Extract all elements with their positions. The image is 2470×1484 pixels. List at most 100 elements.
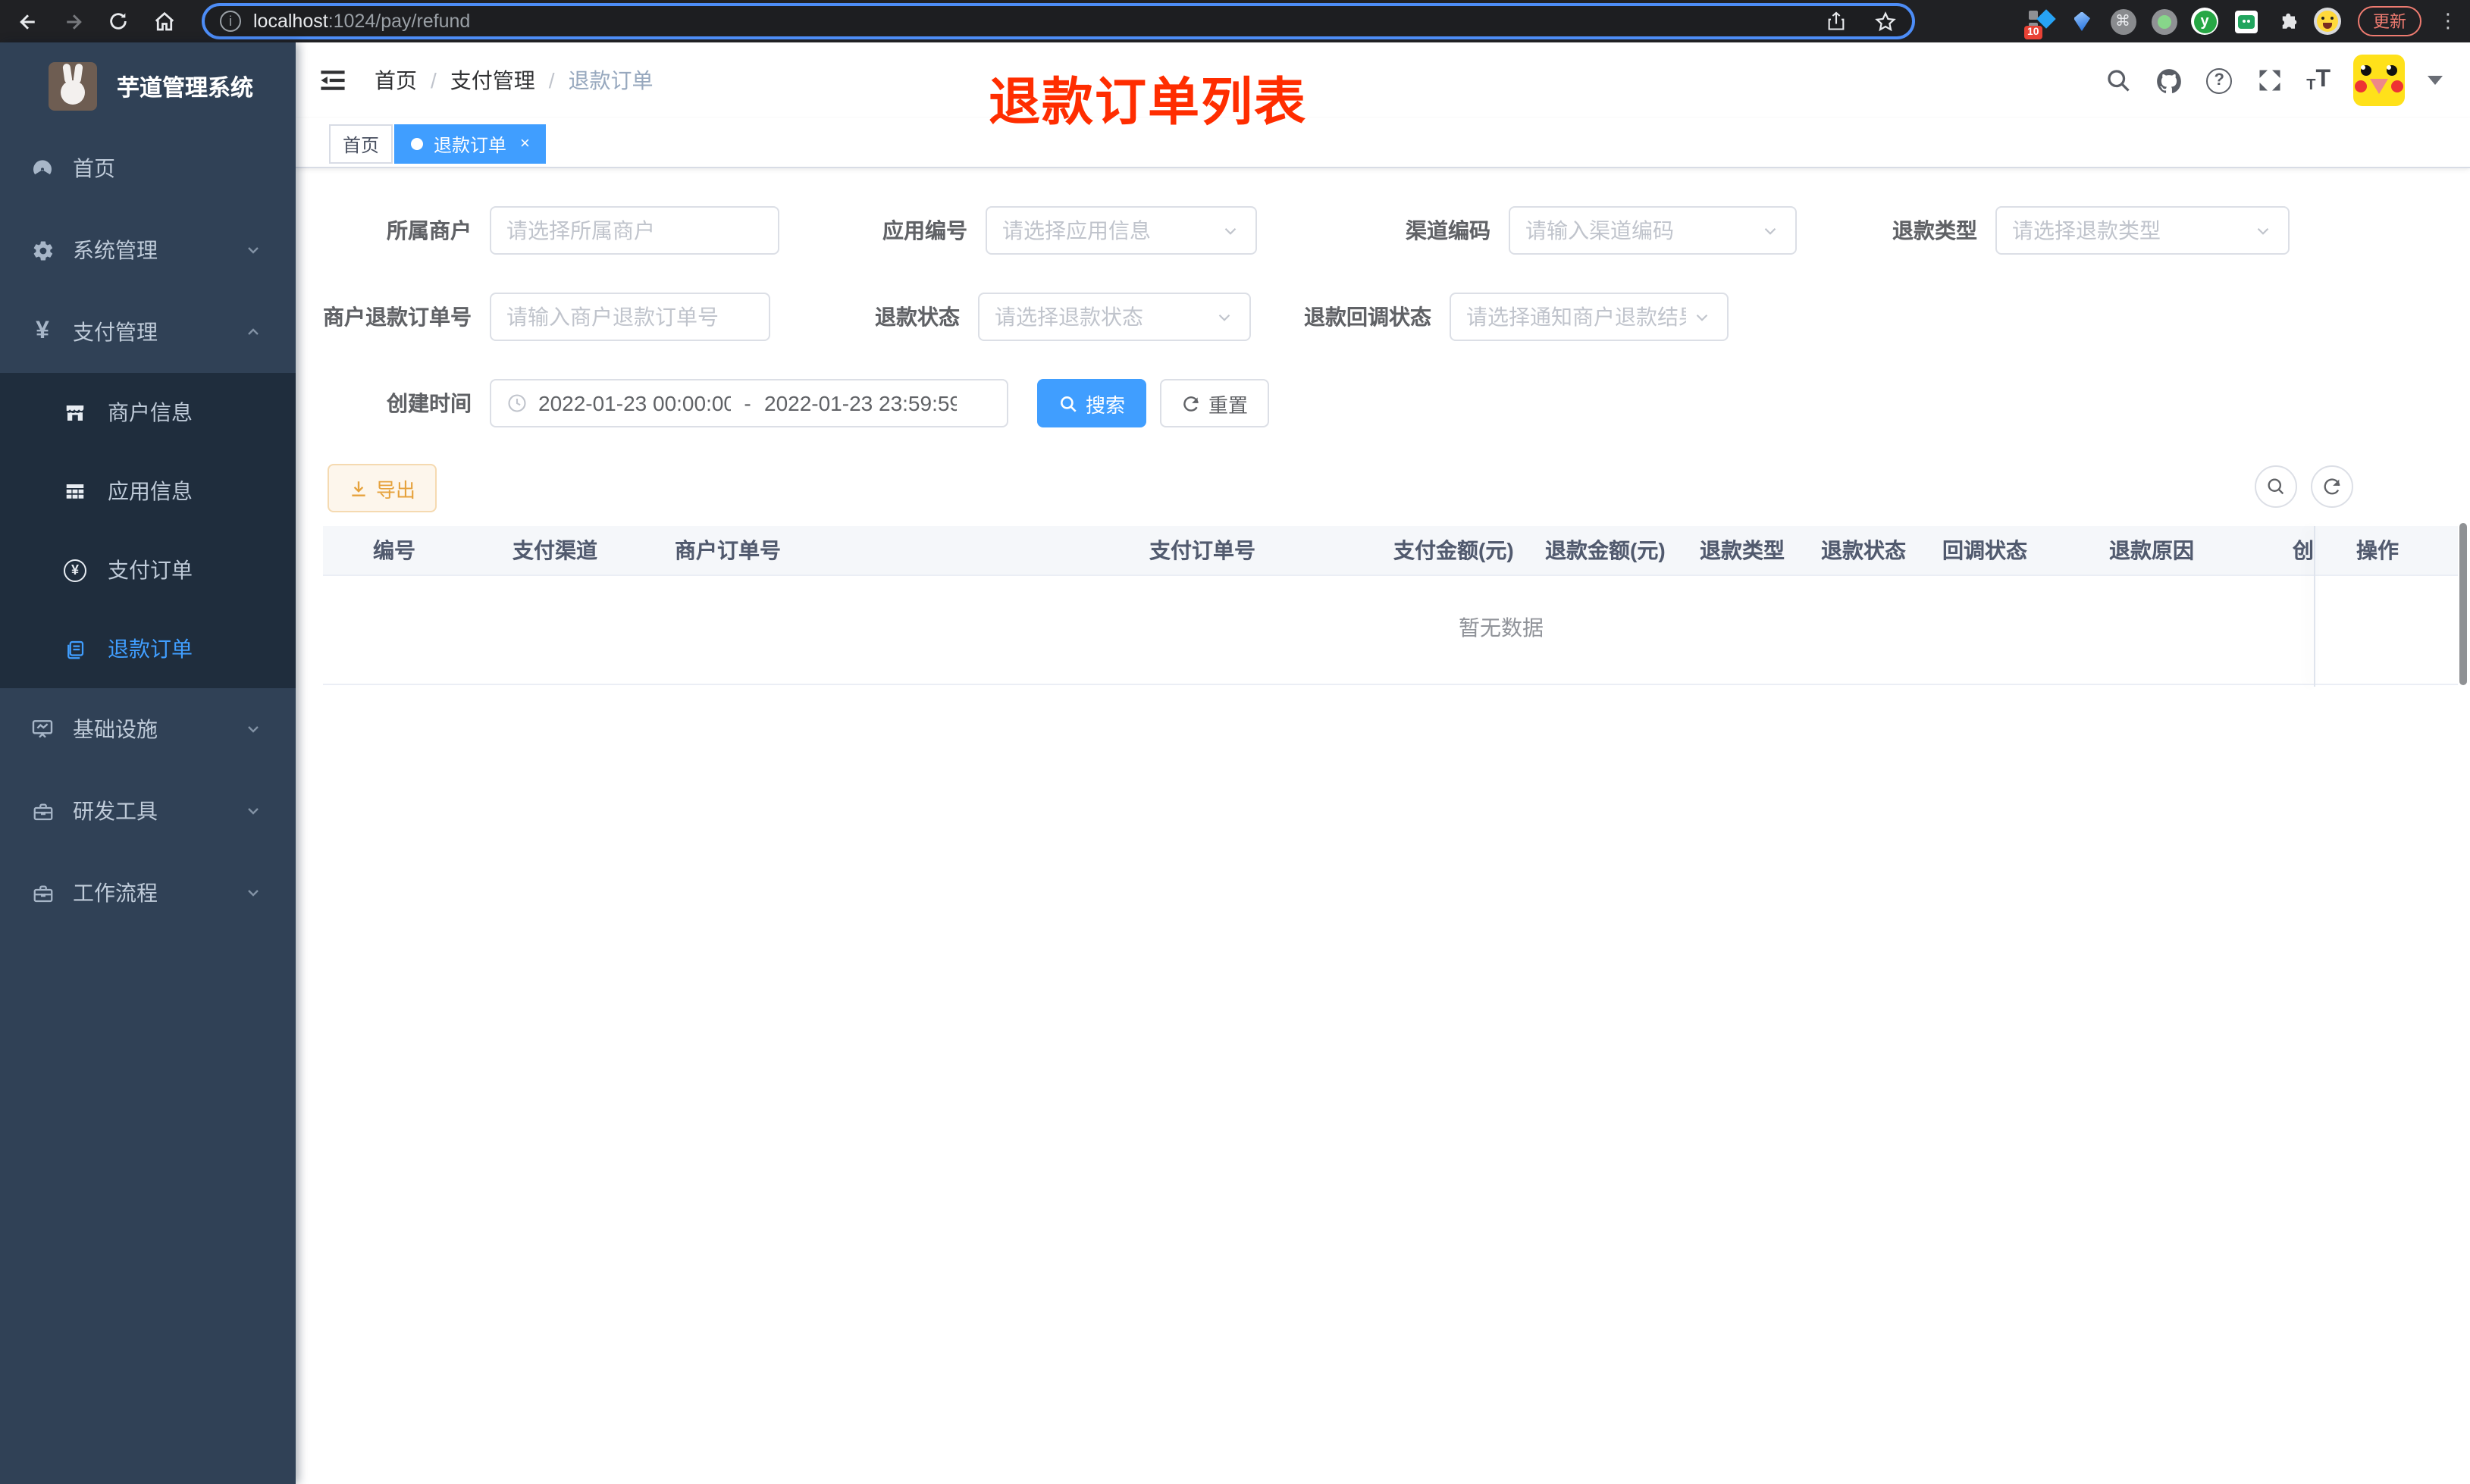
sidebar-item-refund-order[interactable]: 退款订单	[0, 609, 296, 688]
browser-toolbar: i localhost:1024/pay/refund 10 ⌘ y 更新 ⋮	[0, 0, 2470, 42]
fullscreen-icon[interactable]	[2255, 66, 2283, 95]
main-area: 首页 / 支付管理 / 退款订单 退款订单列表 ? T T 首页 退款订单 × …	[296, 42, 2470, 1484]
sidebar-item-merchant-info[interactable]: 商户信息	[0, 373, 296, 452]
chevron-down-icon	[1692, 307, 1712, 327]
sidebar-item-infra[interactable]: 基础设施	[0, 688, 296, 770]
address-bar[interactable]: i localhost:1024/pay/refund	[202, 3, 1915, 39]
browser-update-button[interactable]: 更新	[2358, 6, 2421, 36]
app: 芋道管理系统 首页 系统管理 ¥ 支付管理 商户信息 应用信息 ¥ 支付订单 退…	[0, 42, 2470, 1484]
tag-refund-order[interactable]: 退款订单 ×	[394, 124, 547, 164]
search-button[interactable]: 搜索	[1037, 379, 1146, 427]
sidebar: 芋道管理系统 首页 系统管理 ¥ 支付管理 商户信息 应用信息 ¥ 支付订单 退…	[0, 42, 296, 1484]
share-icon[interactable]	[1824, 9, 1848, 33]
browser-menu-icon[interactable]: ⋮	[2438, 9, 2458, 33]
col-callback-status: 回调状态	[1942, 538, 2027, 562]
avatar[interactable]	[2353, 55, 2405, 106]
refund-status-select[interactable]: 请选择退款状态	[978, 293, 1251, 341]
refund-doc-icon	[64, 637, 86, 660]
channel-label: 渠道编码	[1406, 218, 1490, 243]
breadcrumb: 首页 / 支付管理 / 退款订单	[375, 42, 654, 118]
sidebar-item-dev-tools[interactable]: 研发工具	[0, 770, 296, 852]
tags-view: 首页 退款订单 ×	[296, 118, 2470, 168]
merchant-input[interactable]	[490, 206, 779, 255]
logo-rabbit-image	[49, 62, 97, 111]
dashboard-icon	[30, 156, 55, 180]
table-header-row: 编号 支付渠道 商户订单号 支付订单号 支付金额(元) 退款金额(元) 退款类型…	[323, 526, 2458, 576]
col-refund-amount: 退款金额(元)	[1545, 538, 1666, 562]
channel-select[interactable]: 请输入渠道编码	[1509, 206, 1797, 255]
extension-gem-icon[interactable]	[2068, 8, 2095, 35]
notify-status-select[interactable]: 请选择通知商户退款结果的回调状态	[1450, 293, 1729, 341]
sidebar-item-workflow[interactable]: 工作流程	[0, 852, 296, 934]
extension-arc-icon[interactable]: 10	[2024, 8, 2056, 39]
refresh-button[interactable]	[2311, 465, 2353, 508]
shop-icon	[64, 401, 86, 424]
app-no-select[interactable]: 请选择应用信息	[986, 206, 1257, 255]
end-date-value: 2022-01-23 23:59:59	[764, 391, 957, 415]
refund-status-label: 退款状态	[875, 305, 960, 329]
browser-forward-icon[interactable]	[61, 9, 85, 33]
browser-reload-icon[interactable]	[106, 9, 130, 33]
refund-type-label: 退款类型	[1892, 218, 1977, 243]
bookmark-star-icon[interactable]	[1873, 9, 1897, 33]
chevron-down-icon	[1221, 221, 1240, 240]
col-pay-amount: 支付金额(元)	[1393, 538, 1514, 562]
reset-button[interactable]: 重置	[1160, 379, 1269, 427]
sidebar-item-app-info[interactable]: 应用信息	[0, 452, 296, 531]
sidebar-item-home[interactable]: 首页	[0, 127, 296, 209]
scrollbar-thumb[interactable]	[2459, 523, 2467, 685]
toggle-search-button[interactable]	[2255, 465, 2297, 508]
app-logo[interactable]: 芋道管理系统	[0, 42, 296, 111]
export-button[interactable]: 导出	[328, 464, 437, 512]
url-text[interactable]: localhost:1024/pay/refund	[253, 11, 1812, 32]
toolbox-icon	[30, 881, 55, 905]
font-size-icon[interactable]: TT	[2306, 67, 2331, 94]
site-info-icon[interactable]: i	[220, 11, 241, 32]
browser-home-icon[interactable]	[152, 9, 176, 33]
monitor-icon	[30, 717, 55, 741]
extension-puzzle-icon[interactable]	[2273, 8, 2300, 35]
table-body: 暂无数据	[323, 576, 2458, 685]
extension-y-icon[interactable]: y	[2191, 8, 2218, 35]
toolbox-icon	[30, 799, 55, 823]
col-actions: 操作	[2356, 538, 2399, 562]
extension-record-icon[interactable]	[2150, 8, 2177, 35]
payment-submenu: 商户信息 应用信息 ¥ 支付订单 退款订单	[0, 373, 296, 688]
sidebar-item-pay-order[interactable]: ¥ 支付订单	[0, 531, 296, 609]
create-time-label: 创建时间	[387, 391, 472, 415]
extension-command-icon[interactable]: ⌘	[2109, 8, 2136, 35]
col-refund-reason: 退款原因	[2109, 538, 2194, 562]
notify-status-label: 退款回调状态	[1304, 305, 1431, 329]
app-title: 芋道管理系统	[117, 75, 254, 101]
browser-back-icon[interactable]	[15, 9, 39, 33]
header-search-icon[interactable]	[2103, 66, 2132, 95]
refund-type-select[interactable]: 请选择退款类型	[1995, 206, 2290, 255]
help-icon[interactable]: ?	[2206, 67, 2233, 93]
app-no-label: 应用编号	[882, 218, 967, 243]
col-pay-order-no: 支付订单号	[1149, 538, 1255, 562]
col-refund-status: 退款状态	[1821, 538, 1906, 562]
sidebar-item-system[interactable]: 系统管理	[0, 209, 296, 291]
breadcrumb-home[interactable]: 首页	[375, 65, 417, 95]
github-icon[interactable]	[2155, 66, 2183, 95]
avatar-caret-icon[interactable]	[2428, 76, 2443, 85]
page: i localhost:1024/pay/refund 10 ⌘ y 更新 ⋮ …	[0, 0, 2470, 1484]
breadcrumb-payment[interactable]: 支付管理	[450, 65, 535, 95]
tag-close-icon[interactable]: ×	[520, 135, 530, 153]
active-dot	[411, 138, 423, 150]
sidebar-collapse-icon[interactable]	[320, 68, 346, 92]
chevron-down-icon	[244, 720, 262, 738]
extension-chat-icon[interactable]	[2232, 8, 2259, 35]
sidebar-item-payment[interactable]: ¥ 支付管理	[0, 291, 296, 373]
chevron-down-icon	[244, 884, 262, 902]
extension-emoji-icon[interactable]	[2314, 8, 2341, 35]
merchant-refund-no-input[interactable]	[490, 293, 770, 341]
merchant-label: 所属商户	[387, 218, 472, 243]
col-merchant-order-no: 商户订单号	[675, 538, 781, 562]
tag-home[interactable]: 首页	[329, 124, 393, 164]
extension-badge: 10	[2024, 26, 2042, 39]
create-time-range-picker[interactable]: 2022-01-23 00:00:00 - 2022-01-23 23:59:5…	[490, 379, 1008, 427]
yen-icon: ¥	[36, 318, 49, 344]
col-refund-type: 退款类型	[1700, 538, 1785, 562]
chevron-down-icon	[2253, 221, 2273, 240]
